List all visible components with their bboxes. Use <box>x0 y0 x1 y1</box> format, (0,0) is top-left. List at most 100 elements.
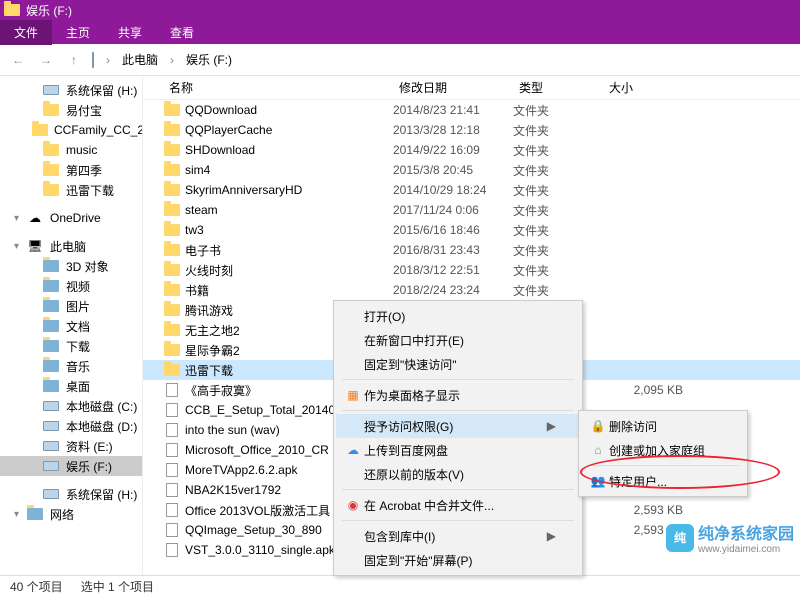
sub-remove-access[interactable]: 🔒删除访问 <box>581 414 745 438</box>
list-item[interactable]: 电子书2016/8/31 23:43文件夹 <box>143 240 800 260</box>
tree-item[interactable]: 第四季 <box>0 160 142 180</box>
tree-item[interactable]: 桌面 <box>0 376 142 396</box>
folder-icon <box>163 204 181 216</box>
tree-item-label: 系统保留 (H:) <box>66 486 137 503</box>
sub-specific-user[interactable]: 👥特定用户... <box>581 469 745 493</box>
folder-icon <box>163 164 181 176</box>
watermark-url: www.yidaimei.com <box>698 544 794 555</box>
col-type[interactable]: 类型 <box>513 79 603 96</box>
sub-homegroup[interactable]: ⌂创建或加入家庭组 <box>581 438 745 462</box>
tree-item[interactable]: 本地磁盘 (D:) <box>0 416 142 436</box>
file-name: 书籍 <box>181 282 393 299</box>
pdf-icon: ◉ <box>342 498 364 512</box>
people-icon: 👥 <box>587 474 609 488</box>
ctx-pin-start[interactable]: 固定到"开始"屏幕(P) <box>336 548 580 572</box>
breadcrumb-root[interactable]: 此电脑 <box>122 51 158 68</box>
menu-share[interactable]: 共享 <box>104 20 156 45</box>
tree-item[interactable]: ▾网络 <box>0 504 142 524</box>
list-item[interactable]: QQPlayerCache2013/3/28 12:18文件夹 <box>143 120 800 140</box>
ctx-grant-access[interactable]: 授予访问权限(G)▶ <box>336 414 580 438</box>
file-name: tw3 <box>181 223 393 237</box>
tree-item[interactable]: 系统保留 (H:) <box>0 80 142 100</box>
tree-item[interactable]: 3D 对象 <box>0 256 142 276</box>
tree-item[interactable]: 本地磁盘 (C:) <box>0 396 142 416</box>
tree-item[interactable]: 图片 <box>0 296 142 316</box>
tree-item[interactable]: 娱乐 (F:) <box>0 456 142 476</box>
list-item[interactable]: 火线时刻2018/3/12 22:51文件夹 <box>143 260 800 280</box>
chevron-right-icon: › <box>170 53 174 67</box>
file-date: 2018/3/12 22:51 <box>393 263 513 277</box>
nav-back-icon[interactable]: ← <box>8 50 28 70</box>
list-item[interactable]: SkyrimAnniversaryHD2014/10/29 18:24文件夹 <box>143 180 800 200</box>
tree-item[interactable]: 音乐 <box>0 356 142 376</box>
list-item[interactable]: steam2017/11/24 0:06文件夹 <box>143 200 800 220</box>
ctx-deskgrid[interactable]: ▦作为桌面格子显示 <box>336 383 580 407</box>
file-type: 文件夹 <box>513 162 603 179</box>
tree-item[interactable]: 资料 (E:) <box>0 436 142 456</box>
file-name: SkyrimAnniversaryHD <box>181 183 393 197</box>
folder-icon <box>163 144 181 156</box>
list-item[interactable]: 书籍2018/2/24 23:24文件夹 <box>143 280 800 300</box>
tree-item-label: 3D 对象 <box>66 258 109 275</box>
tree-item[interactable]: 迅雷下载 <box>0 180 142 200</box>
ctx-pin-quick[interactable]: 固定到"快速访问" <box>336 352 580 376</box>
tree-item[interactable]: music <box>0 140 142 160</box>
folder-icon <box>163 324 181 336</box>
list-item[interactable]: sim42015/3/8 20:45文件夹 <box>143 160 800 180</box>
col-date[interactable]: 修改日期 <box>393 79 513 96</box>
grid-icon: ▦ <box>342 388 364 402</box>
nav-up-icon[interactable]: ↑ <box>64 50 84 70</box>
list-item[interactable]: SHDownload2014/9/22 16:09文件夹 <box>143 140 800 160</box>
homegroup-icon: ⌂ <box>587 443 609 457</box>
tree-item[interactable]: ▾☁OneDrive <box>0 208 142 228</box>
tree-item-label: CCFamily_CC_2 <box>54 123 142 137</box>
ctx-restore[interactable]: 还原以前的版本(V) <box>336 462 580 486</box>
file-icon <box>163 383 181 397</box>
tree-item[interactable]: 易付宝 <box>0 100 142 120</box>
ctx-open[interactable]: 打开(O) <box>336 304 580 328</box>
folder-icon <box>163 104 181 116</box>
menu-separator <box>342 379 574 380</box>
list-item[interactable]: tw32015/6/16 18:46文件夹 <box>143 220 800 240</box>
tree-item[interactable]: 下载 <box>0 336 142 356</box>
list-item[interactable]: QQDownload2014/8/23 21:41文件夹 <box>143 100 800 120</box>
cloud-icon: ☁ <box>342 443 364 457</box>
tree-item[interactable]: 视频 <box>0 276 142 296</box>
menu-view[interactable]: 查看 <box>156 20 208 45</box>
breadcrumb-current[interactable]: 娱乐 (F:) <box>186 51 232 68</box>
window-title: 娱乐 (F:) <box>26 2 72 19</box>
ctx-acrobat[interactable]: ◉在 Acrobat 中合并文件... <box>336 493 580 517</box>
file-name: steam <box>181 203 393 217</box>
folder-icon <box>163 284 181 296</box>
file-name: QQPlayerCache <box>181 123 393 137</box>
tree-item[interactable]: 系统保留 (H:) <box>0 484 142 504</box>
ctx-upload-baidu[interactable]: ☁上传到百度网盘 <box>336 438 580 462</box>
drive-icon <box>42 459 60 473</box>
tree-item-label: 此电脑 <box>50 238 86 255</box>
tree-item[interactable]: CCFamily_CC_2 <box>0 120 142 140</box>
file-date: 2017/11/24 0:06 <box>393 203 513 217</box>
obj-icon <box>42 259 60 273</box>
drive-icon <box>92 53 94 67</box>
col-name[interactable]: 名称 <box>163 79 393 96</box>
file-name: QQDownload <box>181 103 393 117</box>
menu-separator <box>342 410 574 411</box>
tree-item[interactable]: ▾🖥此电脑 <box>0 236 142 256</box>
file-icon <box>163 523 181 537</box>
file-type: 文件夹 <box>513 122 603 139</box>
tree-item-label: 资料 (E:) <box>66 438 113 455</box>
folder-icon <box>163 344 181 356</box>
tree-item[interactable]: 文档 <box>0 316 142 336</box>
col-size[interactable]: 大小 <box>603 79 693 96</box>
menu-file[interactable]: 文件 <box>0 20 52 45</box>
file-date: 2014/10/29 18:24 <box>393 183 513 197</box>
nav-fwd-icon[interactable]: → <box>36 50 56 70</box>
menu-home[interactable]: 主页 <box>52 20 104 45</box>
file-icon <box>163 543 181 557</box>
folder-icon <box>42 143 60 157</box>
file-icon <box>163 443 181 457</box>
tree-item-label: 本地磁盘 (C:) <box>66 398 137 415</box>
ctx-library[interactable]: 包含到库中(I)▶ <box>336 524 580 548</box>
file-name: 电子书 <box>181 242 393 259</box>
ctx-new-window[interactable]: 在新窗口中打开(E) <box>336 328 580 352</box>
